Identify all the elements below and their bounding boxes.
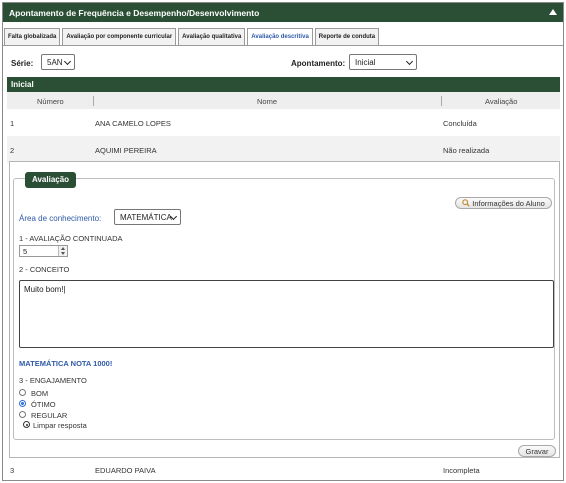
radio-otimo-label: ÓTIMO	[31, 400, 56, 409]
serie-value: 5AN	[47, 58, 63, 67]
evaluation-fieldset: Informações do Aluno Área de conheciment…	[13, 178, 555, 440]
tab-bar: Falta globalizada Avaliação por componen…	[4, 28, 381, 46]
area-label: Área de conhecimento:	[19, 214, 102, 223]
student-info-button[interactable]: Informações do Aluno	[455, 197, 552, 209]
column-separator	[441, 96, 442, 106]
row-avaliacao: Incompleta	[443, 466, 480, 475]
column-header-numero[interactable]: Número	[37, 97, 64, 106]
row-numero: 2	[10, 146, 15, 155]
q3-label: 3 - ENGAJAMENTO	[19, 376, 87, 385]
radio-regular-label: REGULAR	[31, 411, 68, 420]
stepper-arrows[interactable]	[58, 246, 67, 256]
section-header: Inicial	[7, 77, 560, 92]
clear-response-link[interactable]: Limpar resposta	[33, 421, 87, 430]
chevron-down-icon	[63, 57, 72, 66]
collapse-icon[interactable]	[549, 9, 557, 15]
search-icon	[462, 199, 470, 207]
q1-label: 1 - AVALIAÇÃO CONTINUADA	[19, 234, 123, 243]
evaluation-legend: Avaliação	[25, 172, 77, 188]
apontamento-label: Apontamento:	[291, 59, 346, 68]
area-select[interactable]: MATEMÁTICA	[114, 209, 181, 225]
q1-value: 5	[23, 247, 28, 256]
apontamento-value: Inicial	[355, 58, 376, 67]
stepper-up-icon[interactable]	[61, 247, 65, 250]
serie-select[interactable]: 5AN	[41, 54, 75, 70]
tab-falta-globalizada[interactable]: Falta globalizada	[4, 28, 61, 45]
main-window: Apontamento de Frequência e Desempenho/D…	[2, 2, 564, 481]
q2-textarea[interactable]: Muito bom!|	[19, 280, 554, 348]
column-header-nome[interactable]: Nome	[257, 97, 277, 106]
serie-label: Série:	[11, 59, 34, 68]
window-title: Apontamento de Frequência e Desempenho/D…	[9, 8, 260, 18]
stepper-down-icon[interactable]	[61, 252, 65, 255]
table-row-selected[interactable]: 2 AQUIMI PEREIRA Não realizada	[7, 136, 560, 163]
table-row[interactable]: 3 EDUARDO PAIVA Incompleta	[7, 459, 560, 480]
radio-regular[interactable]	[19, 411, 26, 418]
row-nome: AQUIMI PEREIRA	[95, 146, 157, 155]
radio-bom[interactable]	[19, 389, 26, 396]
row-avaliacao: Concluída	[443, 119, 477, 128]
row-numero: 1	[10, 119, 15, 128]
q1-stepper[interactable]: 5	[19, 245, 68, 257]
row-nome: ANA CAMELO LOPES	[95, 119, 171, 128]
radio-otimo[interactable]	[19, 400, 26, 407]
note-text: MATEMÁTICA NOTA 1000!	[19, 359, 113, 368]
row-numero: 3	[10, 466, 15, 475]
window-title-bar: Apontamento de Frequência e Desempenho/D…	[3, 3, 563, 22]
row-avaliacao: Não realizada	[443, 146, 490, 155]
q2-label: 2 - CONCEITO	[19, 265, 70, 274]
table-row[interactable]: 1 ANA CAMELO LOPES Concluída	[7, 109, 560, 136]
chevron-down-icon	[405, 57, 414, 66]
table-header: Número Nome Avaliação	[7, 92, 560, 109]
tab-reporte-conduta[interactable]: Reporte de conduta	[314, 28, 380, 45]
column-separator	[93, 96, 94, 106]
clear-response-icon[interactable]	[23, 421, 30, 428]
row-nome: EDUARDO PAIVA	[95, 466, 156, 475]
area-value: MATEMÁTICA	[120, 213, 172, 222]
student-info-label: Informações do Aluno	[472, 199, 545, 208]
tab-avaliacao-qualitativa[interactable]: Avaliação qualitativa	[178, 28, 246, 45]
tab-divider	[3, 45, 563, 46]
radio-bom-label: BOM	[31, 389, 49, 398]
tab-avaliacao-componente[interactable]: Avaliação por componente curricular	[62, 28, 177, 45]
column-header-avaliacao[interactable]: Avaliação	[485, 97, 517, 106]
tab-avaliacao-descritiva[interactable]: Avaliação descritiva	[247, 28, 313, 46]
evaluation-panel: Informações do Aluno Área de conheciment…	[9, 161, 560, 458]
save-button[interactable]: Gravar	[518, 445, 556, 457]
apontamento-select[interactable]: Inicial	[349, 54, 417, 70]
